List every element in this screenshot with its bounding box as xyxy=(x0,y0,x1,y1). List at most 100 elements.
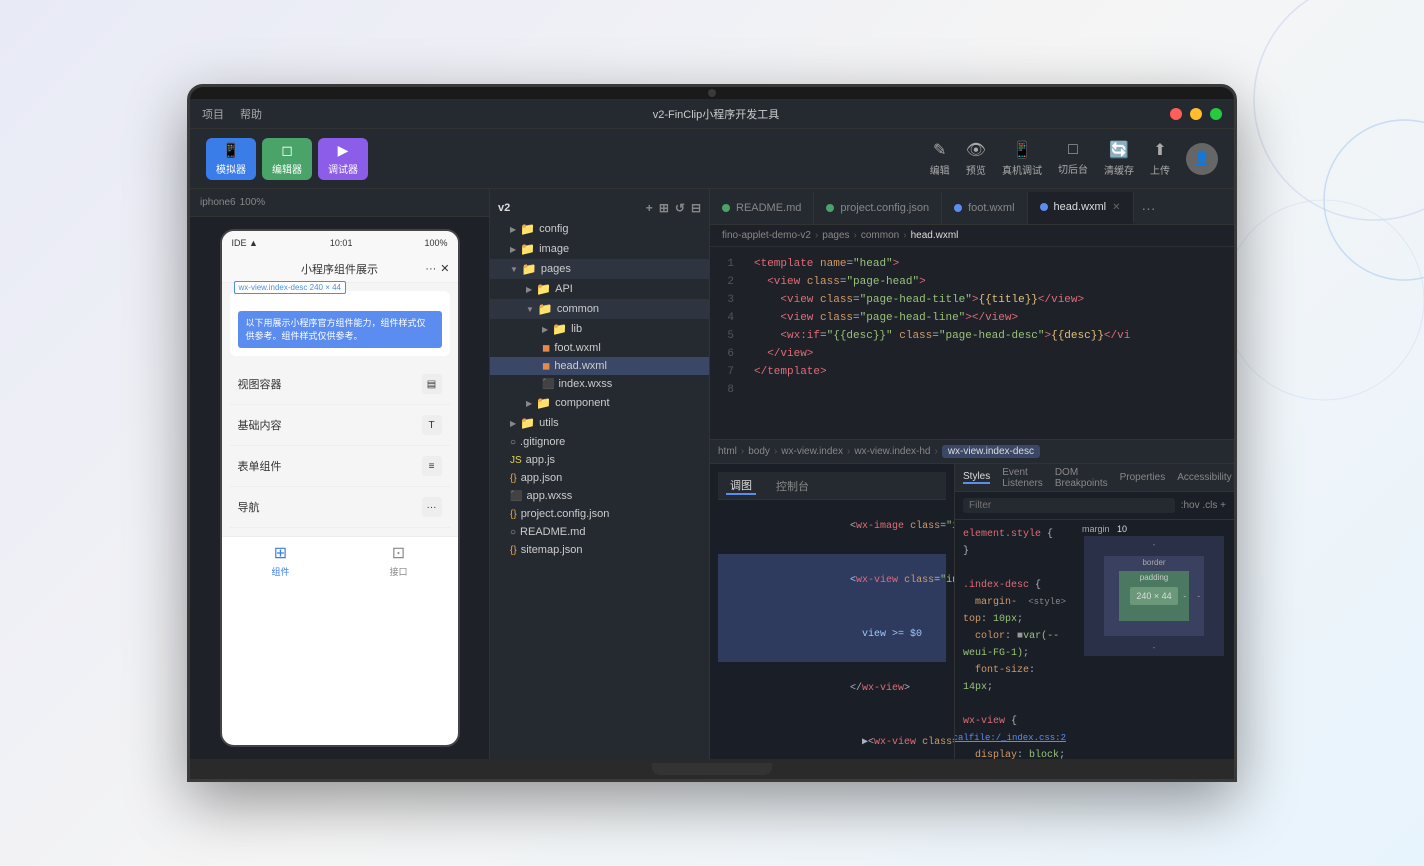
dom-bc-wx-view-desc[interactable]: wx-view.index-desc xyxy=(942,445,1040,458)
phone-menu-item-0[interactable]: 视图容器 ▤ xyxy=(230,364,450,405)
tree-item-config[interactable]: ▶ 📁 config xyxy=(490,219,709,239)
styles-tab-props[interactable]: Properties xyxy=(1120,472,1166,483)
refresh-icon[interactable]: ↺ xyxy=(675,201,685,215)
more-tabs-button[interactable]: ··· xyxy=(1134,192,1164,224)
tab-readme[interactable]: README.md xyxy=(710,192,814,224)
styles-tab-dom-bp[interactable]: DOM Breakpoints xyxy=(1055,467,1108,489)
close-button[interactable] xyxy=(1170,108,1182,120)
chevron-right-icon: ▶ xyxy=(526,399,532,408)
tab-dom-debug[interactable]: 调图 xyxy=(726,477,756,495)
file-tree: v2 + ⊞ ↺ ⊟ ▶ 📁 xyxy=(490,189,710,759)
phone-menu-item-3[interactable]: 导航 ··· xyxy=(230,487,450,528)
styles-tab-events[interactable]: Event Listeners xyxy=(1002,467,1043,489)
minimize-button[interactable] xyxy=(1190,108,1202,120)
new-file-icon[interactable]: + xyxy=(646,201,653,215)
tree-item-common[interactable]: ▼ 📁 common xyxy=(490,299,709,319)
chevron-right-icon: ▶ xyxy=(510,245,516,254)
laptop-top: 项目 帮助 v2-FinClip小程序开发工具 xyxy=(190,87,1234,759)
breadcrumb-root: fino-applet-demo-v2 xyxy=(722,230,811,241)
editor-button[interactable]: ◻ 编辑器 xyxy=(262,138,312,180)
folder-icon: 📁 xyxy=(520,242,535,256)
tree-item-index-wxss[interactable]: ⬛ index.wxss xyxy=(490,375,709,393)
chevron-right-icon: ▶ xyxy=(526,285,532,294)
tree-item-head-wxml[interactable]: ◼ head.wxml xyxy=(490,357,709,375)
tree-item-app-js[interactable]: JS app.js xyxy=(490,451,709,469)
tree-label: lib xyxy=(571,323,582,335)
bottom-panel: html › body › wx-view.index › wx-view.in… xyxy=(710,439,1234,759)
clear-cache-action[interactable]: 🔄 清缓存 xyxy=(1104,140,1134,177)
api-tab-label: 接口 xyxy=(389,565,407,578)
menu-item-project[interactable]: 项目 xyxy=(202,106,224,122)
phone-menu-item-1[interactable]: 基础内容 T xyxy=(230,405,450,446)
editor-label: 编辑器 xyxy=(272,161,302,176)
tree-item-gitignore[interactable]: ○ .gitignore xyxy=(490,433,709,451)
dom-viewer[interactable]: 调图 控制台 <wx-image class="index-logo" src=… xyxy=(710,464,954,759)
tree-item-app-json[interactable]: {} app.json xyxy=(490,469,709,487)
new-folder-icon[interactable]: ⊞ xyxy=(659,201,669,215)
dom-bc-body[interactable]: body xyxy=(748,446,770,457)
tab-foot-label: foot.wxml xyxy=(968,202,1014,214)
close-tab-icon[interactable]: ✕ xyxy=(1112,202,1120,213)
debugger-button[interactable]: ▶ 调试器 xyxy=(318,138,368,180)
tab-foot-wxml[interactable]: foot.wxml xyxy=(942,192,1027,224)
tree-item-pages[interactable]: ▼ 📁 pages xyxy=(490,259,709,279)
preview-action[interactable]: 👁 预览 xyxy=(966,140,986,177)
maximize-button[interactable] xyxy=(1210,108,1222,120)
phone-time: 10:01 xyxy=(330,238,353,248)
tab-readme-label: README.md xyxy=(736,202,801,214)
simulator-button[interactable]: 📱 模拟器 xyxy=(206,138,256,180)
styles-panel: Styles Event Listeners DOM Breakpoints P… xyxy=(954,464,1234,759)
tab-project-config[interactable]: project.config.json xyxy=(814,192,942,224)
tree-item-lib[interactable]: ▶ 📁 lib xyxy=(490,319,709,339)
phone-signal: IDE ▲ xyxy=(232,238,258,248)
styles-filter-input[interactable] xyxy=(963,498,1175,513)
preview-label: 预览 xyxy=(966,162,986,177)
background-action[interactable]: □ 切后台 xyxy=(1058,141,1088,176)
padding-label: padding xyxy=(1140,573,1168,582)
box-model-content: 240 × 44 xyxy=(1130,587,1177,605)
edit-action[interactable]: ✎ 编辑 xyxy=(930,140,950,177)
component-tab-icon: ⊞ xyxy=(274,543,287,563)
phone-tab-api[interactable]: ⊡ 接口 xyxy=(340,537,458,584)
phone-menu-item-2[interactable]: 表单组件 ≡ xyxy=(230,446,450,487)
tree-item-utils[interactable]: ▶ 📁 utils xyxy=(490,413,709,433)
phone-title-bar: 小程序组件展示 ··· ✕ xyxy=(222,255,458,283)
upload-label: 上传 xyxy=(1150,162,1170,177)
styles-tab-styles[interactable]: Styles xyxy=(963,471,990,484)
phone-dots-icon[interactable]: ··· xyxy=(425,263,436,275)
tab-head-wxml[interactable]: head.wxml ✕ xyxy=(1028,192,1134,224)
dom-bc-wx-view-index[interactable]: wx-view.index xyxy=(781,446,843,457)
tree-item-app-wxss[interactable]: ⬛ app.wxss xyxy=(490,487,709,505)
phone-close-icon[interactable]: ✕ xyxy=(440,262,449,275)
upload-action[interactable]: ⬆ 上传 xyxy=(1150,140,1170,177)
tab-console[interactable]: 控制台 xyxy=(772,478,813,494)
tree-label: pages xyxy=(541,263,571,275)
tree-item-image[interactable]: ▶ 📁 image xyxy=(490,239,709,259)
txt-file-icon: ○ xyxy=(510,527,516,538)
menu-item-label-2: 表单组件 xyxy=(238,458,282,474)
tree-label: config xyxy=(539,223,568,235)
chevron-right-icon: ▶ xyxy=(510,225,516,234)
tree-item-readme[interactable]: ○ README.md xyxy=(490,523,709,541)
styles-tab-a11y[interactable]: Accessibility xyxy=(1177,472,1231,483)
border-right-label: - xyxy=(1197,592,1200,601)
tree-item-sitemap[interactable]: {} sitemap.json xyxy=(490,541,709,559)
tree-label: app.json xyxy=(521,472,563,484)
tree-label: image xyxy=(539,243,569,255)
tree-label: project.config.json xyxy=(521,508,610,520)
real-device-action[interactable]: 📱 真机调试 xyxy=(1002,140,1042,177)
tree-item-api[interactable]: ▶ 📁 API xyxy=(490,279,709,299)
dom-bc-wx-view-hd[interactable]: wx-view.index-hd xyxy=(854,446,930,457)
styles-line-1: element.style { xyxy=(963,526,1066,543)
tree-item-foot-wxml[interactable]: ◼ foot.wxml xyxy=(490,339,709,357)
menu-item-help[interactable]: 帮助 xyxy=(240,106,262,122)
tree-item-project-config[interactable]: {} project.config.json xyxy=(490,505,709,523)
phone-tab-component[interactable]: ⊞ 组件 xyxy=(222,537,340,584)
tree-item-component[interactable]: ▶ 📁 component xyxy=(490,393,709,413)
code-editor[interactable]: 1 <template name="head"> 2 <view class="… xyxy=(710,247,1234,439)
zoom-label: 100% xyxy=(240,197,266,208)
dom-bc-html[interactable]: html xyxy=(718,446,737,457)
user-avatar[interactable]: 👤 xyxy=(1186,143,1218,175)
mode-buttons: 📱 模拟器 ◻ 编辑器 ▶ 调试器 xyxy=(206,138,368,180)
collapse-icon[interactable]: ⊟ xyxy=(691,201,701,215)
